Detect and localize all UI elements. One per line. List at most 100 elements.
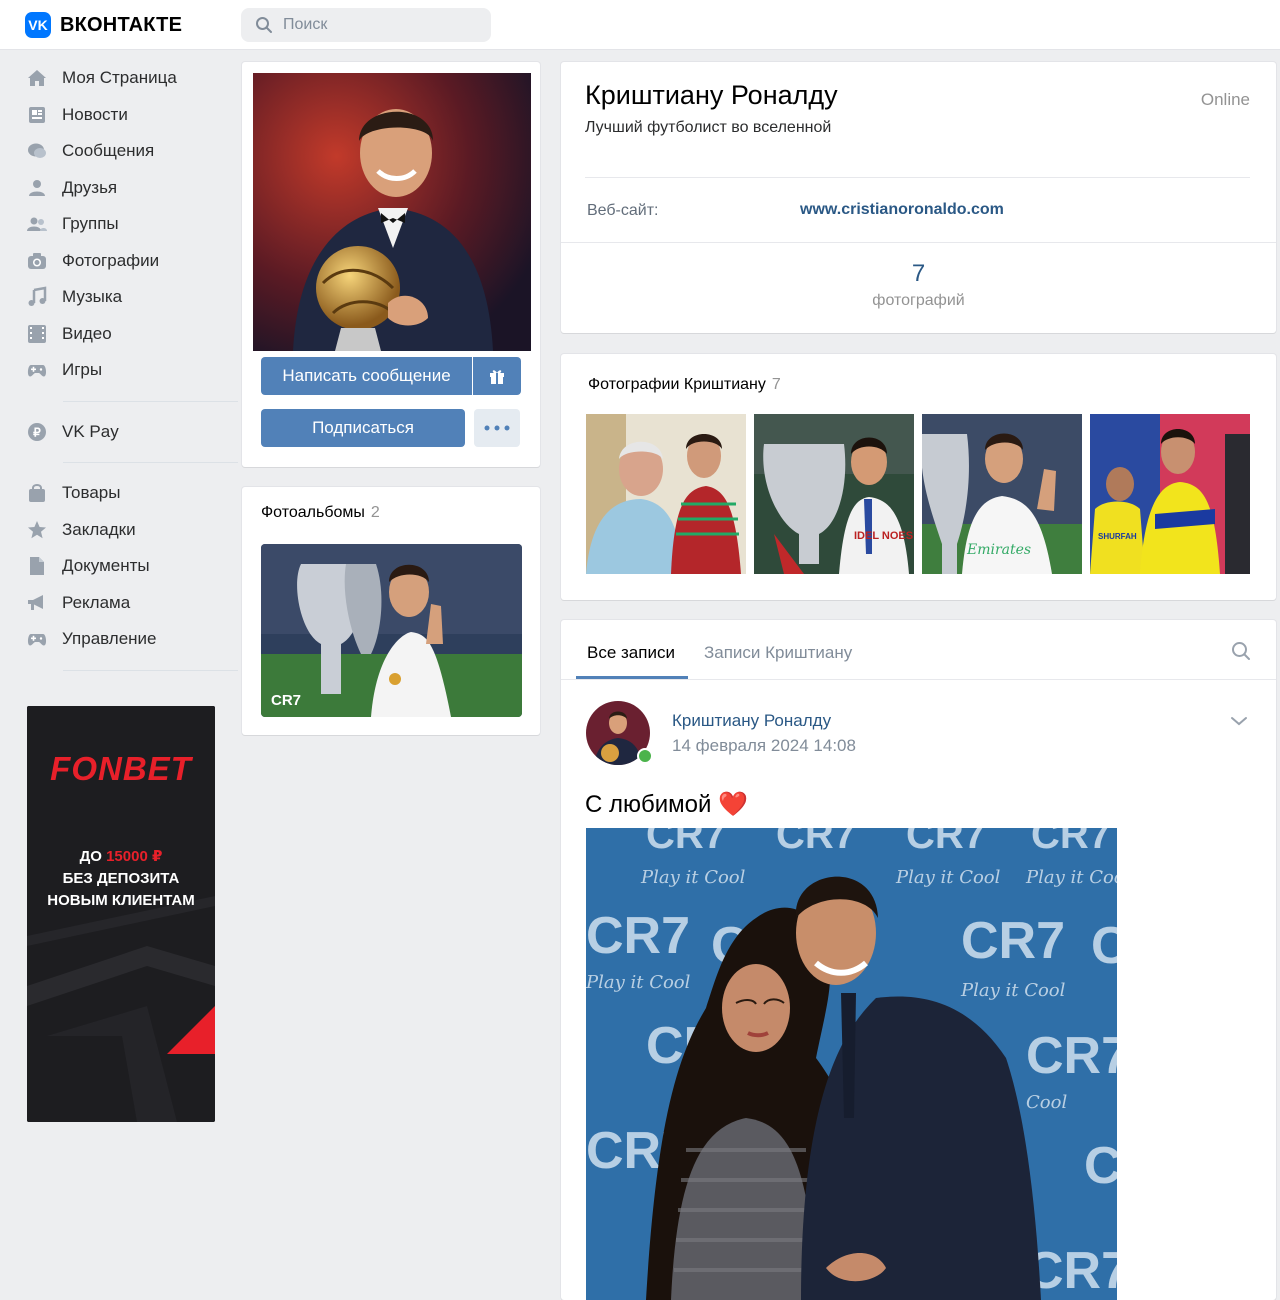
albums-header[interactable]: Фотоальбомы 2 — [261, 504, 380, 522]
photos-header[interactable]: Фотографии Криштиану 7 — [588, 376, 781, 394]
ad-text: ДО 15000 ₽ БЕЗ ДЕПОЗИТА НОВЫМ КЛИЕНТАМ — [27, 846, 215, 912]
more-dots-icon — [484, 425, 510, 431]
svg-text:₽: ₽ — [33, 425, 41, 439]
tab-own-posts[interactable]: Записи Криштиану — [704, 643, 852, 663]
sidebar-item-label: Фотографии — [62, 250, 160, 270]
ad-line-3: НОВЫМ КЛИЕНТАМ — [47, 892, 195, 909]
ad-line-1: ДО 15000 ₽ — [27, 846, 215, 868]
sidebar-item-goods[interactable]: Товары — [25, 475, 215, 512]
svg-text:C: C — [1091, 917, 1117, 975]
online-indicator — [637, 748, 653, 764]
vk-logo[interactable]: VK ВКОНТАКТЕ — [25, 12, 182, 38]
search-icon[interactable] — [1231, 641, 1251, 661]
album-thumbnail[interactable]: CR7 — [261, 544, 522, 717]
post-image[interactable]: CR7CR7CR7CR7 CR7CR7CR7C CRCR7C CR7CR7 Pl… — [586, 828, 1117, 1300]
search-box[interactable] — [241, 8, 491, 42]
ad-banner[interactable]: FONBET ДО 15000 ₽ БЕЗ ДЕПОЗИТА НОВЫМ КЛИ… — [27, 706, 215, 1122]
photos-card: Фотографии Криштиану 7 IDEL NOES Emirate… — [561, 354, 1276, 600]
svg-text:IDEL NOES: IDEL NOES — [854, 530, 913, 542]
video-icon — [25, 322, 49, 346]
bag-icon — [25, 481, 49, 505]
online-status: Online — [1200, 90, 1250, 109]
send-message-button[interactable]: Написать сообщение — [261, 357, 472, 395]
svg-text:C: C — [1084, 1137, 1117, 1195]
sidebar-item-my-page[interactable]: Моя Страница — [25, 60, 215, 97]
sidebar-item-messages[interactable]: Сообщения — [25, 133, 215, 170]
wall-card: Все записи Записи Криштиану Криштиану Ро… — [561, 620, 1276, 1300]
more-button[interactable] — [474, 409, 520, 447]
gift-button[interactable] — [473, 357, 521, 395]
brand-name: ВКОНТАКТЕ — [60, 13, 183, 36]
sidebar-item-photos[interactable]: Фотографии — [25, 243, 215, 280]
sidebar-item-music[interactable]: Музыка — [25, 279, 215, 316]
sidebar-item-label: Моя Страница — [62, 68, 177, 88]
sidebar-item-ads[interactable]: Реклама — [25, 585, 215, 622]
top-header: VK ВКОНТАКТЕ — [0, 0, 1280, 50]
profile-name: Криштиану Роналду — [585, 80, 838, 110]
profile-divider — [585, 177, 1250, 178]
svg-text:SHURFAH: SHURFAH — [1098, 532, 1137, 541]
gift-icon — [490, 370, 504, 384]
post-author-name[interactable]: Криштиану Роналду — [672, 711, 831, 731]
sidebar-divider — [63, 462, 238, 463]
ad-line-2: БЕЗ ДЕПОЗИТА — [62, 870, 180, 887]
search-input[interactable] — [281, 15, 475, 35]
groups-icon — [25, 212, 49, 236]
sidebar-item-label: Игры — [62, 360, 103, 380]
sidebar-item-label: Новости — [62, 104, 128, 124]
sidebar-item-label: Товары — [62, 483, 121, 503]
photo-thumbnail-1[interactable] — [586, 414, 746, 574]
sidebar-item-groups[interactable]: Группы — [25, 206, 215, 243]
sidebar-divider — [63, 400, 238, 402]
sidebar-item-video[interactable]: Видео — [25, 316, 215, 353]
chevron-down-icon[interactable] — [1230, 716, 1248, 726]
photos-title: Фотографии Криштиану — [588, 376, 766, 393]
home-icon — [25, 66, 49, 90]
camera-icon — [25, 249, 49, 273]
sidebar-item-games[interactable]: Игры — [25, 352, 215, 389]
messages-icon — [25, 139, 49, 163]
sidebar-divider — [63, 669, 238, 671]
website-label: Веб-сайт: — [587, 202, 659, 219]
sidebar-item-news[interactable]: Новости — [25, 97, 215, 134]
albums-title: Фотоальбомы — [261, 504, 365, 521]
photos-counter-label[interactable]: фотографий — [561, 292, 1276, 310]
tab-all-posts[interactable]: Все записи — [587, 643, 675, 663]
photo-thumbnail-4[interactable]: SHURFAH — [1090, 414, 1250, 574]
svg-text:Emirates: Emirates — [966, 542, 1031, 558]
post-date[interactable]: 14 февраля 2024 14:08 — [672, 736, 856, 756]
photo-thumbnail-2[interactable]: IDEL NOES — [754, 414, 914, 574]
sidebar-item-bookmarks[interactable]: Закладки — [25, 512, 215, 549]
active-tab-indicator — [576, 676, 688, 679]
sidebar-item-label: Реклама — [62, 592, 131, 612]
search-icon — [256, 17, 272, 33]
vkpay-icon: ₽ — [25, 420, 49, 444]
svg-text:Play it Cool: Play it Cool — [960, 980, 1066, 1001]
sidebar-item-friends[interactable]: Друзья — [25, 170, 215, 207]
profile-photo[interactable] — [253, 73, 531, 351]
svg-text:CR7: CR7 — [906, 828, 986, 857]
sidebar-item-label: Закладки — [62, 519, 136, 539]
website-link[interactable]: www.cristianoronaldo.com — [800, 201, 1004, 219]
sidebar-item-vk-pay[interactable]: ₽ VK Pay — [25, 414, 215, 451]
news-icon — [25, 103, 49, 127]
sidebar-item-label: Группы — [62, 214, 119, 234]
megaphone-icon — [25, 591, 49, 615]
photo-thumbnail-3[interactable]: Emirates — [922, 414, 1082, 574]
svg-text:Play it Cool: Play it Cool — [895, 867, 1001, 888]
star-icon — [25, 518, 49, 542]
sidebar-item-documents[interactable]: Документы — [25, 548, 215, 585]
subscribe-button[interactable]: Подписаться — [261, 409, 465, 447]
albums-card: Фотоальбомы 2 CR7 — [242, 487, 540, 735]
photos-counter-value[interactable]: 7 — [561, 260, 1276, 288]
svg-text:Play it Cool: Play it Cool — [586, 972, 691, 993]
sidebar-item-label: Видео — [62, 323, 112, 343]
wall-tabs: Все записи Записи Криштиану — [561, 620, 1276, 680]
sidebar-item-management[interactable]: Управление — [25, 621, 215, 658]
document-icon — [25, 554, 49, 578]
photos-count: 7 — [771, 376, 781, 393]
gamepad-icon — [25, 627, 49, 651]
svg-text:Cool: Cool — [1026, 1092, 1067, 1113]
svg-text:Play it Cool: Play it Cool — [1025, 867, 1117, 888]
left-sidebar: Моя Страница Новости Сообщения Друзья Гр… — [25, 60, 238, 683]
